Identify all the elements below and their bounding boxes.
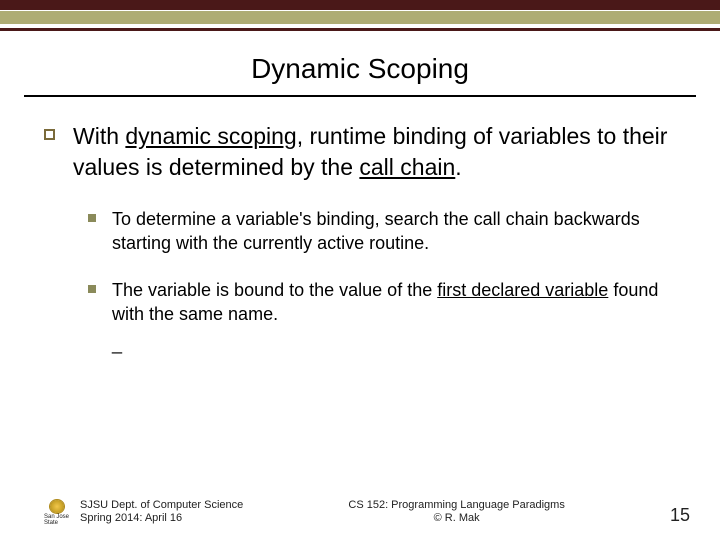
bullet-text-main: With dynamic scoping, runtime binding of… [73, 121, 676, 183]
page-number: 15 [670, 505, 690, 526]
footer-course: CS 152: Programming Language Paradigms [243, 499, 670, 513]
footer-left-text: SJSU Dept. of Computer Science Spring 20… [80, 499, 243, 527]
footer-dept: SJSU Dept. of Computer Science [80, 499, 243, 513]
bar-olive [0, 10, 720, 24]
square-filled-icon [88, 285, 96, 293]
logo-text: San Jose State [44, 514, 70, 526]
bar-dark-thin [0, 28, 720, 31]
slide: Dynamic Scoping With dynamic scoping, ru… [0, 0, 720, 540]
bar-dark-top [0, 0, 720, 10]
footer-copyright: © R. Mak [243, 512, 670, 526]
sub-bullets: To determine a variable's binding, searc… [88, 207, 676, 356]
bullet-level2: The variable is bound to the value of th… [88, 278, 676, 357]
decorative-top-bars [0, 0, 720, 31]
text-fragment: . [455, 154, 461, 180]
bullet-text-sub1: To determine a variable's binding, searc… [112, 207, 676, 256]
bullet-level2: To determine a variable's binding, searc… [88, 207, 676, 256]
text-fragment: With [73, 123, 125, 149]
slide-title: Dynamic Scoping [0, 53, 720, 85]
underlined-phrase: call chain [359, 154, 455, 180]
bullet-text-sub2: The variable is bound to the value of th… [112, 278, 676, 357]
square-filled-icon [88, 214, 96, 222]
footer-left: San Jose State SJSU Dept. of Computer Sc… [44, 499, 243, 527]
trailing-underscore: _ [112, 332, 676, 356]
slide-footer: San Jose State SJSU Dept. of Computer Sc… [0, 499, 720, 527]
slide-content: With dynamic scoping, runtime binding of… [0, 97, 720, 357]
underlined-phrase: first declared variable [437, 280, 608, 300]
footer-term: Spring 2014: April 16 [80, 512, 243, 526]
text-fragment: The variable is bound to the value of th… [112, 280, 437, 300]
footer-center: CS 152: Programming Language Paradigms ©… [243, 499, 670, 527]
bullet-level1: With dynamic scoping, runtime binding of… [44, 121, 676, 183]
square-outline-icon [44, 129, 55, 140]
logo-burst-icon [50, 500, 64, 513]
underlined-phrase: dynamic scoping [125, 123, 296, 149]
sjsu-logo-icon: San Jose State [44, 500, 70, 526]
